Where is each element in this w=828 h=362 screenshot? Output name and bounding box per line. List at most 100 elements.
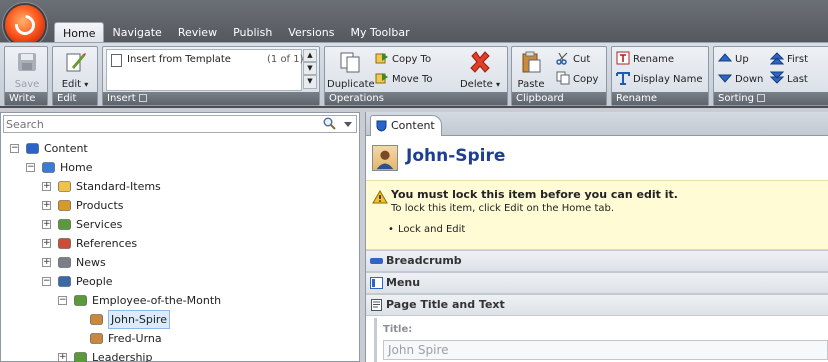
tree-node-label: John-Spire	[108, 310, 170, 329]
display-name-label: Display Name	[633, 74, 703, 85]
title-input[interactable]: John Spire	[383, 340, 828, 360]
products-icon	[58, 200, 71, 211]
expand-icon[interactable]: +	[42, 239, 51, 248]
lock-and-edit-link[interactable]: Lock and Edit	[388, 224, 465, 235]
expand-icon[interactable]: +	[42, 182, 51, 191]
services-icon	[58, 219, 71, 230]
editor-pane: Content John-Spire You must lock this it…	[365, 112, 828, 362]
application-menu-button[interactable]	[5, 5, 45, 45]
group-label-edit: Edit	[53, 92, 97, 105]
paste-button[interactable]: Paste	[514, 49, 548, 93]
move-to-button[interactable]: Move To	[375, 71, 433, 87]
tree-node[interactable]: + Products	[42, 196, 349, 215]
person-icon	[372, 145, 398, 171]
tree-node-label: Content	[44, 142, 88, 155]
chevron-down-icon[interactable]	[344, 122, 352, 127]
group-sorting: Up Down First Last Sorting	[713, 46, 828, 106]
copy-to-button[interactable]: Copy To	[375, 51, 431, 67]
tree-node[interactable]: Fred-Urna	[74, 329, 349, 348]
group-label-operations: Operations	[325, 92, 507, 105]
sort-first-button[interactable]: First	[770, 51, 808, 67]
group-label-insert: Insert	[103, 92, 319, 105]
duplicate-button[interactable]: Duplicate	[327, 49, 375, 93]
section-menu-label: Menu	[386, 276, 421, 289]
section-page-title-and-text[interactable]: Page Title and Text	[366, 294, 828, 316]
insert-gallery[interactable]: Insert from Template (1 of 1)	[106, 49, 304, 91]
item-title: John-Spire	[406, 146, 506, 166]
tree-node[interactable]: − Content	[10, 139, 349, 158]
group-insert: Insert from Template (1 of 1) ▲ ▼ ▼ Inse…	[102, 46, 320, 106]
warning-subtitle: To lock this item, click Edit on the Hom…	[391, 203, 615, 214]
editor-tabbar: Content	[366, 112, 828, 136]
tree-node[interactable]: John-Spire	[74, 310, 349, 329]
tab-review[interactable]: Review	[170, 22, 225, 42]
copy-button[interactable]: Copy	[556, 71, 598, 87]
tree-node[interactable]: + Leadership	[58, 348, 349, 362]
delete-x-icon	[470, 51, 490, 73]
tab-content[interactable]: Content	[370, 115, 442, 136]
sort-last-button[interactable]: Last	[770, 71, 808, 87]
tree-node-label: Leadership	[92, 351, 153, 362]
news-icon	[58, 257, 71, 268]
cut-button[interactable]: Cut	[556, 51, 590, 67]
rename-button[interactable]: Rename	[616, 51, 674, 67]
arrow-first-icon	[770, 52, 784, 65]
group-label-write: Write	[5, 92, 47, 105]
group-edit: Edit ▾ Edit	[52, 46, 98, 106]
gallery-scroll[interactable]: ▲ ▼ ▼	[303, 49, 317, 91]
sort-up-button[interactable]: Up	[718, 51, 749, 67]
collapse-icon[interactable]: −	[10, 144, 19, 153]
item-header: John-Spire	[366, 136, 828, 180]
tree-node[interactable]: + Services	[42, 215, 349, 234]
expand-icon[interactable]: +	[58, 353, 67, 362]
section-breadcrumb-label: Breadcrumb	[386, 254, 462, 267]
tree-node[interactable]: + News	[42, 253, 349, 272]
group-icon	[74, 352, 87, 362]
search-input[interactable]	[4, 116, 304, 132]
dialog-launcher-icon[interactable]	[756, 94, 765, 102]
tree-node[interactable]: − Employee-of-the-Month	[58, 291, 349, 310]
tab-versions[interactable]: Versions	[280, 22, 342, 42]
insert-from-template-button[interactable]: Insert from Template	[127, 52, 231, 68]
warning-title: You must lock this item before you can e…	[391, 188, 678, 201]
edit-button[interactable]: Edit ▾	[56, 49, 94, 93]
tree-node[interactable]: + References	[42, 234, 349, 253]
last-label: Last	[787, 74, 808, 85]
section-menu[interactable]: Menu	[366, 272, 828, 294]
copy-to-label: Copy To	[392, 54, 432, 65]
save-button[interactable]: Save	[8, 49, 46, 93]
tab-home[interactable]: Home	[54, 22, 105, 42]
sort-down-button[interactable]: Down	[718, 71, 763, 87]
template-icon	[111, 54, 122, 67]
gallery-more-icon[interactable]: ▼	[303, 75, 317, 89]
search-icon[interactable]	[323, 117, 336, 130]
tab-publish[interactable]: Publish	[225, 22, 280, 42]
dialog-launcher-icon[interactable]	[138, 94, 147, 102]
chevron-down-icon: ▾	[496, 80, 501, 89]
collapse-icon[interactable]: −	[42, 277, 51, 286]
content-tree-pane: −Content−Home+Standard-Items+Products+Se…	[0, 112, 360, 362]
tree-node[interactable]: − People	[42, 272, 349, 291]
group-clipboard: Paste Cut Copy Clipboard	[511, 46, 607, 106]
home-icon	[42, 162, 55, 173]
tree-node-label: Fred-Urna	[108, 332, 162, 345]
tree-node[interactable]: − Home	[26, 158, 349, 177]
ribbon-tabs: Home Navigate Review Publish Versions My…	[54, 22, 418, 42]
tab-my-toolbar[interactable]: My Toolbar	[342, 22, 417, 42]
expand-icon[interactable]: +	[42, 201, 51, 210]
scroll-down-icon[interactable]: ▼	[303, 62, 317, 75]
collapse-icon[interactable]: −	[58, 296, 67, 305]
tab-navigate[interactable]: Navigate	[104, 22, 169, 42]
collapse-icon[interactable]: −	[26, 163, 35, 172]
display-name-button[interactable]: Display Name	[616, 71, 703, 87]
expand-icon[interactable]: +	[42, 258, 51, 267]
tree-node-label: Home	[60, 161, 93, 174]
expand-icon[interactable]: +	[42, 220, 51, 229]
delete-button[interactable]: Delete ▾	[455, 49, 505, 93]
scroll-up-icon[interactable]: ▲	[303, 49, 317, 62]
section-breadcrumb[interactable]: Breadcrumb	[366, 250, 828, 272]
ribbon: Home Navigate Review Publish Versions My…	[0, 0, 828, 108]
duplicate-label: Duplicate	[327, 79, 375, 90]
down-label: Down	[735, 74, 764, 85]
tree-node[interactable]: + Standard-Items	[42, 177, 349, 196]
